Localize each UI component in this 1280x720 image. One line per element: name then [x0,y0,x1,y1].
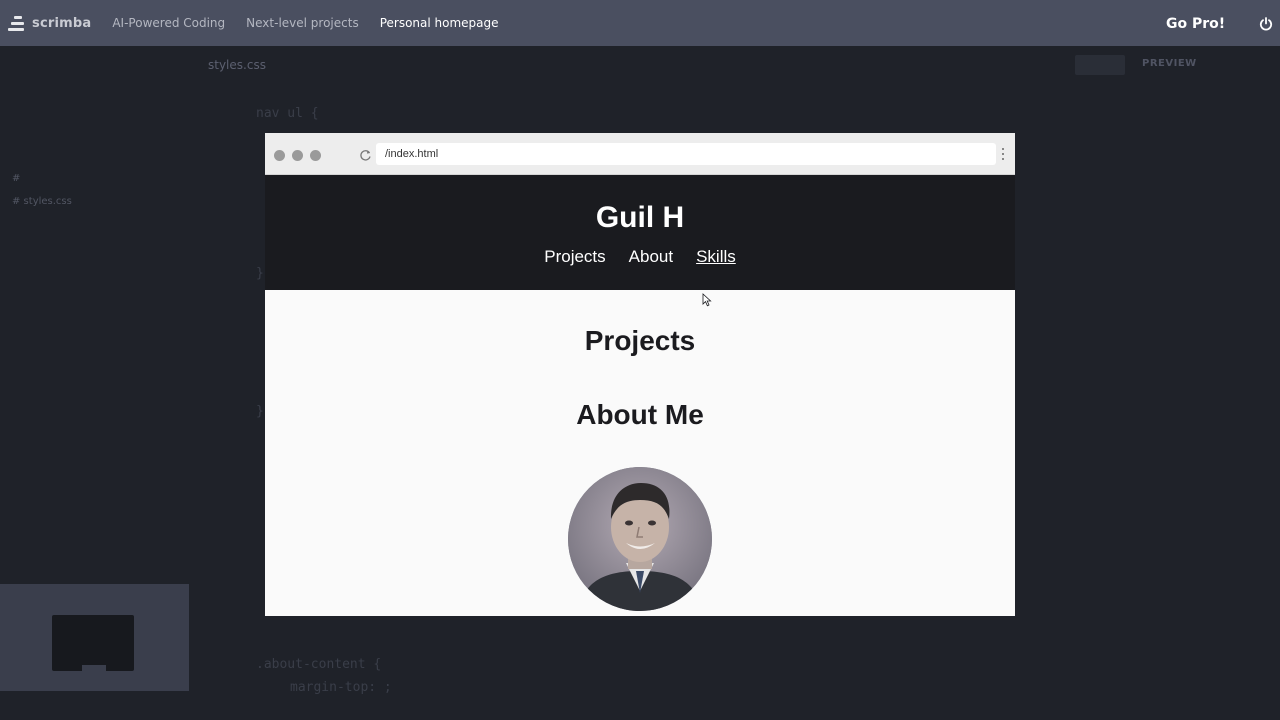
browser-chrome: /index.html [265,133,1015,175]
profile-avatar [568,467,712,611]
reload-icon[interactable] [359,149,372,162]
code-line: } [256,266,264,281]
webcam-stand [82,665,106,671]
instructor-webcam [0,584,189,691]
breadcrumb-module[interactable]: Next-level projects [246,16,359,30]
scrimba-logo-icon [8,15,24,31]
site-title: Guil H [595,201,685,234]
kebab-menu-icon[interactable] [1001,148,1005,162]
code-line: .about-content { [256,657,382,672]
brand-logo[interactable]: scrimba [8,0,91,46]
address-bar[interactable]: /index.html [376,143,996,165]
editor-toggle[interactable] [1075,55,1125,75]
file-tab[interactable]: styles.css [208,58,266,72]
site-nav: Projects About Skills [265,247,1015,267]
site-header: Guil H Projects About Skills [265,175,1015,307]
code-line: margin-top: ; [290,680,392,695]
top-navigation-bar: scrimba AI-Powered Coding Next-level pro… [0,0,1280,46]
nav-link-projects[interactable]: Projects [544,247,605,267]
power-icon[interactable] [1259,17,1273,31]
window-minimize-dot[interactable] [292,150,303,161]
breadcrumb-lesson[interactable]: Personal homepage [380,16,499,30]
avatar-portrait-icon [568,467,712,611]
webcam-monitor [52,615,134,671]
window-close-dot[interactable] [274,150,285,161]
sidebar-file-item[interactable]: # styles.css [12,196,72,207]
section-heading-about: About Me [576,399,704,430]
go-pro-button[interactable]: Go Pro! [1166,16,1225,32]
section-heading-projects: Projects [584,325,696,356]
window-maximize-dot[interactable] [310,150,321,161]
brand-name: scrimba [32,15,92,31]
breadcrumb-course[interactable]: AI-Powered Coding [112,16,225,30]
nav-link-about[interactable]: About [629,247,673,267]
nav-link-skills[interactable]: Skills [696,247,736,267]
pointer-cursor-icon [702,293,712,307]
code-line: nav ul { [256,106,319,121]
sidebar-hash: # [12,173,21,184]
preview-button[interactable]: PREVIEW [1142,58,1197,69]
code-line: } [256,404,264,419]
preview-browser-window: /index.html Guil H Projects About Skills… [265,133,1015,616]
